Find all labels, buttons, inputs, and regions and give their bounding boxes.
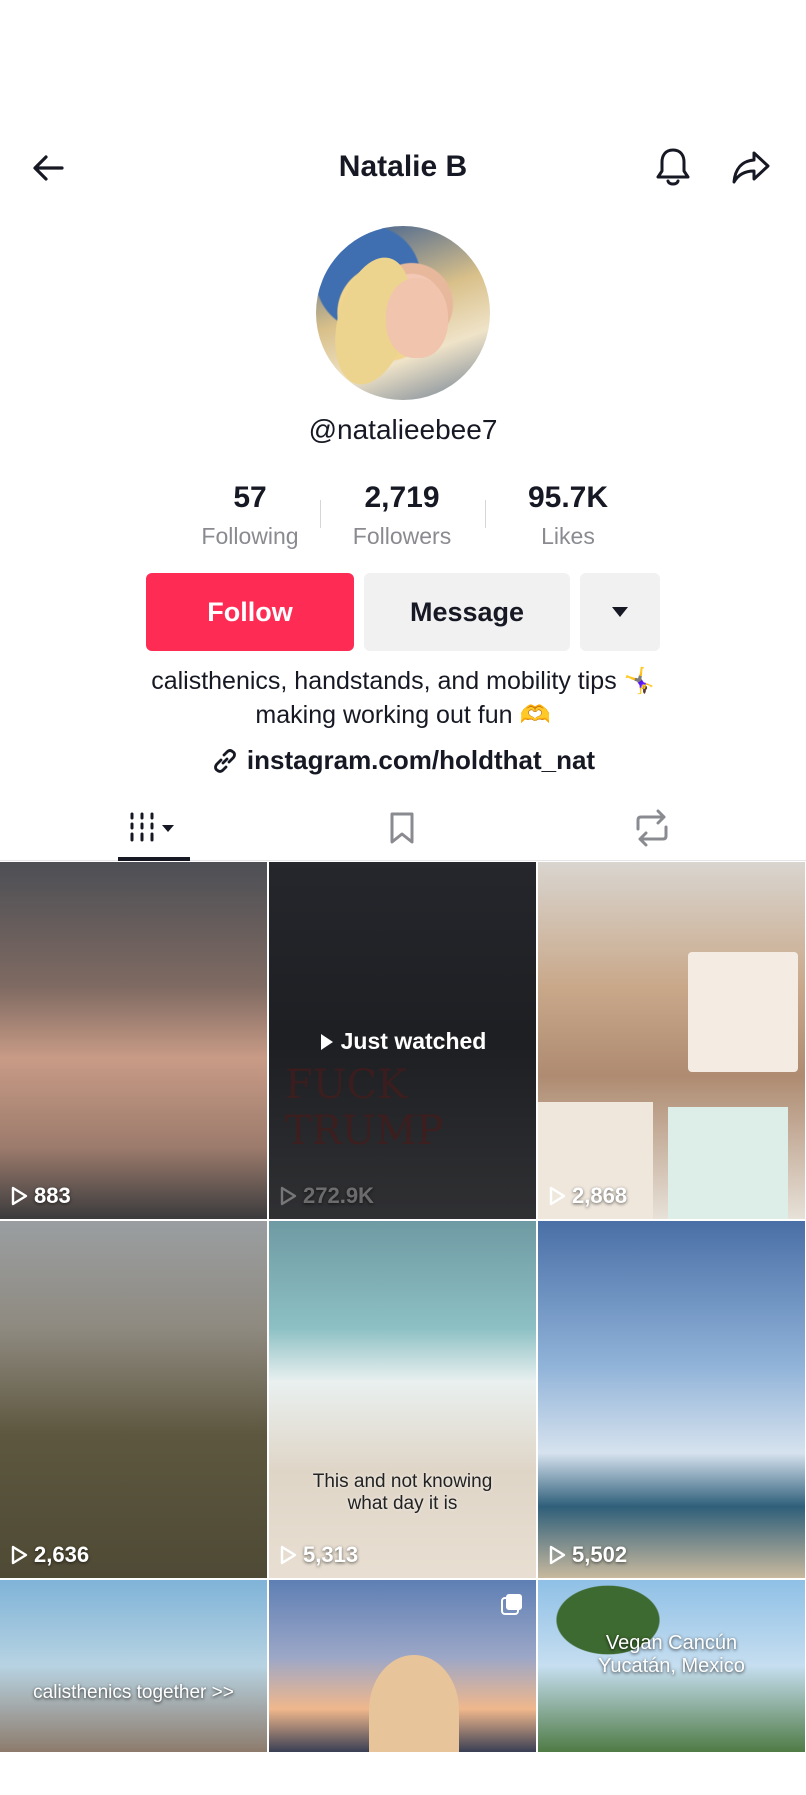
just-watched-text: Just watched bbox=[340, 1028, 487, 1054]
video-tile[interactable] bbox=[269, 1580, 536, 1752]
play-outline-icon bbox=[549, 1186, 566, 1206]
profile-tabs bbox=[0, 795, 806, 861]
dropdown-triangle-icon bbox=[612, 607, 628, 617]
stat-following-value: 57 bbox=[233, 481, 267, 514]
play-outline-icon bbox=[280, 1545, 297, 1565]
username: @natalieebee7 bbox=[308, 414, 498, 445]
profile-header: Natalie B bbox=[0, 128, 806, 208]
stat-likes-value: 95.7K bbox=[527, 481, 609, 514]
view-count-text: 5,502 bbox=[572, 1542, 628, 1567]
stat-likes[interactable]: 95.7K Likes bbox=[498, 478, 638, 554]
multi-photo-icon bbox=[501, 1594, 522, 1615]
link-icon bbox=[214, 748, 236, 773]
tab-videos[interactable] bbox=[104, 795, 204, 861]
video-tile[interactable]: 883 bbox=[0, 862, 267, 1219]
view-count: 883 bbox=[10, 1183, 71, 1209]
tab-saved[interactable] bbox=[352, 795, 452, 861]
bio-link[interactable]: instagram.com/holdthat_nat bbox=[0, 745, 806, 776]
view-count-text: 2,868 bbox=[572, 1183, 628, 1208]
stat-followers[interactable]: 2,719 Followers bbox=[332, 478, 472, 554]
product-box bbox=[688, 952, 798, 1072]
product-box bbox=[668, 1107, 788, 1219]
bio-link-text: instagram.com/holdthat_nat bbox=[246, 745, 596, 775]
share-button[interactable] bbox=[726, 142, 776, 192]
video-tile[interactable]: This and not knowing what day it is 5,31… bbox=[269, 1221, 536, 1578]
message-button[interactable]: Message bbox=[364, 573, 570, 651]
bio: calisthenics, handstands, and mobility t… bbox=[0, 664, 806, 732]
notification-bell-button[interactable] bbox=[648, 142, 698, 192]
play-outline-icon bbox=[280, 1186, 297, 1206]
view-count: 2,636 bbox=[10, 1542, 89, 1568]
video-tile[interactable]: 5,502 bbox=[538, 1221, 805, 1578]
video-tile[interactable]: 2,868 bbox=[538, 862, 805, 1219]
view-count: 2,868 bbox=[548, 1183, 627, 1209]
bell-icon bbox=[656, 148, 690, 186]
profile-stats: 57 Following 2,719 Followers 95.7K Likes bbox=[180, 478, 626, 550]
avatar-face bbox=[386, 278, 448, 358]
bottom-area bbox=[0, 1752, 806, 1795]
photo-subject bbox=[369, 1655, 459, 1752]
stat-followers-value: 2,719 bbox=[364, 481, 440, 514]
view-count-text: 272.9K bbox=[303, 1183, 374, 1208]
video-caption: This and not knowing what day it is bbox=[312, 1471, 493, 1514]
play-outline-icon bbox=[11, 1186, 28, 1206]
share-icon bbox=[732, 151, 770, 184]
view-count-text: 883 bbox=[34, 1183, 71, 1208]
stat-following-label: Following bbox=[201, 523, 299, 549]
repost-icon bbox=[636, 809, 668, 847]
view-count: 5,313 bbox=[279, 1542, 358, 1568]
play-outline-icon bbox=[11, 1545, 28, 1565]
status-bar-area bbox=[0, 0, 806, 120]
view-count: 272.9K bbox=[279, 1183, 374, 1209]
video-tile[interactable]: calisthenics together >> bbox=[0, 1580, 267, 1752]
stat-divider bbox=[320, 500, 321, 528]
bio-line: calisthenics, handstands, and mobility t… bbox=[151, 667, 655, 695]
stat-following[interactable]: 57 Following bbox=[180, 478, 320, 554]
play-outline-icon bbox=[549, 1545, 566, 1565]
bookmark-icon bbox=[390, 812, 414, 844]
video-tile[interactable]: 2,636 bbox=[0, 1221, 267, 1578]
more-options-button[interactable] bbox=[580, 573, 660, 651]
video-tile[interactable]: Vegan Cancún Yucatán, Mexico bbox=[538, 1580, 805, 1752]
bio-line: making working out fun 🫶 bbox=[255, 701, 551, 729]
avatar[interactable] bbox=[316, 226, 490, 400]
view-count-text: 2,636 bbox=[34, 1542, 90, 1567]
tab-active-indicator bbox=[118, 857, 190, 861]
video-tile[interactable]: FUCK TRUMP Just watched 272.9K bbox=[269, 862, 536, 1219]
just-watched-label: Just watched bbox=[269, 1028, 536, 1055]
stat-followers-label: Followers bbox=[352, 523, 452, 549]
view-count-text: 5,313 bbox=[303, 1542, 359, 1567]
view-count: 5,502 bbox=[548, 1542, 627, 1568]
follow-button[interactable]: Follow bbox=[146, 573, 354, 651]
stat-divider bbox=[485, 500, 486, 528]
video-grid: 883 FUCK TRUMP Just watched 272.9K 2,868… bbox=[0, 862, 806, 1752]
stat-likes-label: Likes bbox=[541, 523, 595, 549]
video-caption: calisthenics together >> bbox=[33, 1682, 234, 1703]
play-icon bbox=[320, 1033, 333, 1050]
videos-grid-icon bbox=[130, 812, 174, 842]
tab-reposts[interactable] bbox=[602, 795, 702, 861]
video-caption: Vegan Cancún Yucatán, Mexico bbox=[598, 1632, 745, 1677]
